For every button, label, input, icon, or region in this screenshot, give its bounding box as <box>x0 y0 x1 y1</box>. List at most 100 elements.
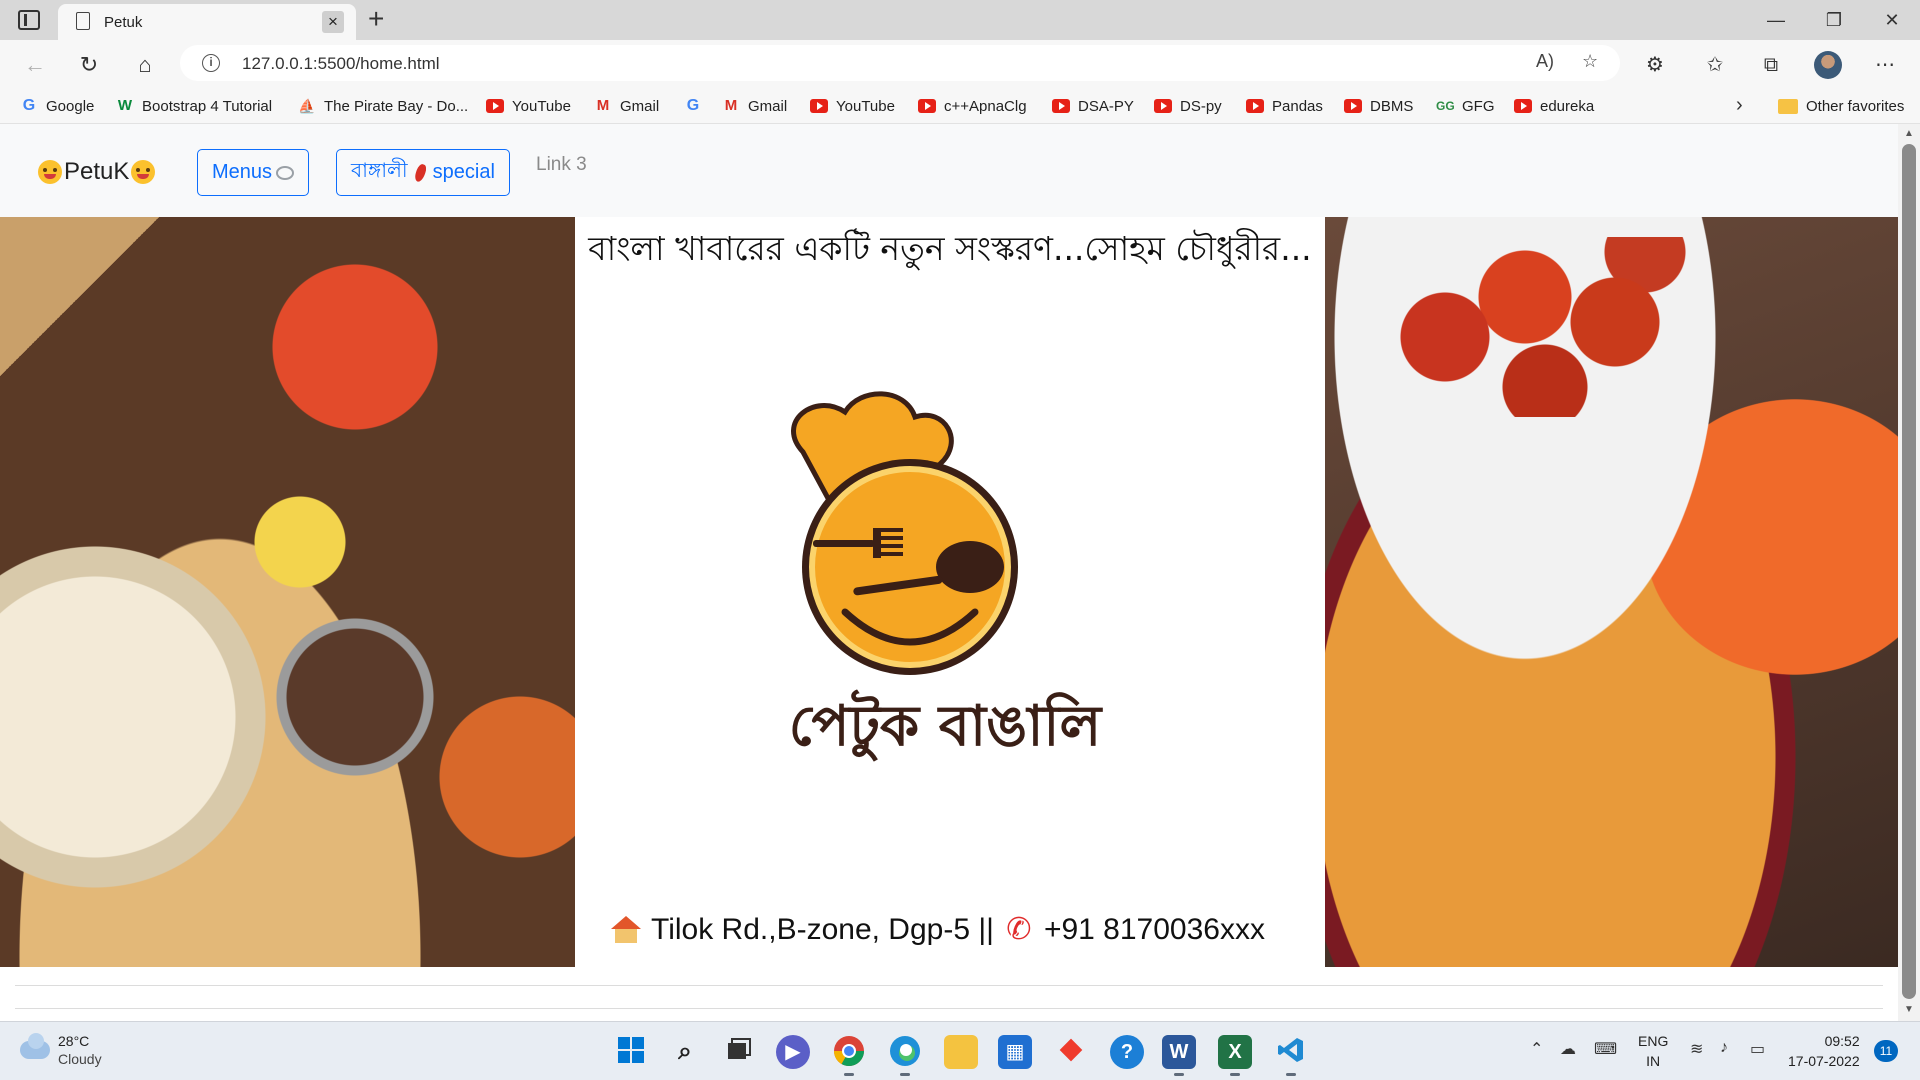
favorite-dbms[interactable]: DBMS <box>1344 96 1413 116</box>
word-icon[interactable]: W <box>1162 1035 1196 1076</box>
task-view-icon[interactable] <box>722 1035 756 1069</box>
search-icon[interactable]: ⌕ <box>668 1035 702 1069</box>
chili-pepper-icon <box>412 162 428 183</box>
weather-widget[interactable]: 28°C Cloudy <box>20 1032 102 1068</box>
brand-name: PetuK <box>64 158 130 185</box>
youtube-icon <box>486 99 504 113</box>
bangali-special-button[interactable]: বাঙ্গালী special <box>336 149 510 196</box>
address-bar[interactable]: i 127.0.0.1:5500/home.html A) ☆ <box>180 45 1620 81</box>
favorite-gfg[interactable]: GG GFG <box>1436 96 1495 116</box>
indian-food-image-right <box>1325 217 1898 967</box>
page-scrollbar[interactable]: ▲ ▼ <box>1898 124 1920 1021</box>
help-icon[interactable]: ? <box>1110 1035 1144 1069</box>
folder-icon <box>1778 98 1798 114</box>
keyboard-icon[interactable]: ⌨ <box>1594 1039 1617 1059</box>
house-icon <box>611 916 641 944</box>
favorite-bootstrap[interactable]: W Bootstrap 4 Tutorial <box>116 96 272 116</box>
plate-cutlery-icon <box>276 165 295 180</box>
battery-icon[interactable]: ▭ <box>1750 1039 1765 1059</box>
profile-avatar[interactable] <box>1814 51 1842 79</box>
hero-center-panel: বাংলা খাবারের একটি নতুন সংস্করণ...সোহম চ… <box>575 217 1325 967</box>
favorites-bar: G Google W Bootstrap 4 Tutorial ⛵ The Pirat… <box>0 88 1920 124</box>
logo-text: পেটুক বাঙালি <box>788 694 1102 759</box>
gfg-icon: GG <box>1436 99 1455 113</box>
browser-tab-bar: Petuk × + — ❐ ✕ <box>0 0 1920 40</box>
favorite-google-2[interactable]: G <box>684 96 710 116</box>
w3schools-icon: W <box>117 97 133 114</box>
gmail-icon: M <box>724 97 738 114</box>
favorite-gmail[interactable]: M Gmail <box>594 96 659 116</box>
edge-icon[interactable] <box>888 1035 922 1076</box>
excel-icon[interactable]: X <box>1218 1035 1252 1076</box>
favorite-ds-py[interactable]: DS-py <box>1154 96 1222 116</box>
favorite-pandas[interactable]: Pandas <box>1246 96 1323 116</box>
favorite-gmail-2[interactable]: M Gmail <box>722 96 787 116</box>
favorite-dsa-py[interactable]: DSA-PY <box>1052 96 1134 116</box>
scroll-up-icon[interactable]: ▲ <box>1898 128 1920 139</box>
brand-link[interactable]: PetuK <box>38 158 156 186</box>
nav-link-3[interactable]: Link 3 <box>536 154 587 176</box>
yum-emoji-icon <box>38 160 62 184</box>
chevron-right-icon[interactable]: › <box>1736 94 1743 117</box>
read-aloud-icon[interactable]: A) <box>1536 51 1554 72</box>
other-favorites[interactable]: Other favorites <box>1778 96 1904 116</box>
temperature: 28°C <box>58 1033 90 1049</box>
volume-icon[interactable]: ♪ <box>1720 1039 1728 1057</box>
language-indicator[interactable]: ENG IN <box>1638 1031 1668 1071</box>
browser-tab[interactable]: Petuk × <box>58 4 356 40</box>
vscode-icon[interactable] <box>1274 1035 1308 1076</box>
file-explorer-icon[interactable] <box>944 1035 978 1069</box>
wifi-icon[interactable]: ≋ <box>1690 1039 1703 1059</box>
page-icon <box>76 12 90 30</box>
clock[interactable]: 09:52 17-07-2022 <box>1788 1031 1860 1071</box>
home-button[interactable]: ⌂ <box>130 50 160 80</box>
teams-chat-icon[interactable]: ▶ <box>776 1035 810 1069</box>
google-icon: G <box>22 97 36 114</box>
close-tab-button[interactable]: × <box>322 11 344 33</box>
collections-icon[interactable]: ⧉ <box>1756 50 1786 80</box>
menus-button[interactable]: Menus <box>197 149 310 196</box>
scroll-thumb[interactable] <box>1902 144 1916 999</box>
extensions-icon[interactable]: ⚙ <box>1640 50 1670 80</box>
back-button[interactable]: ← <box>20 50 50 80</box>
google-icon: G <box>686 97 700 114</box>
new-tab-button[interactable]: + <box>368 4 384 34</box>
refresh-button[interactable]: ↻ <box>74 50 104 80</box>
favorite-cpp-apnaclg[interactable]: c++ApnaClg <box>918 96 1027 116</box>
anydesk-icon[interactable] <box>1054 1035 1088 1069</box>
microsoft-store-icon[interactable]: ▦ <box>998 1035 1032 1069</box>
weather-condition: Cloudy <box>58 1051 102 1067</box>
cloud-icon <box>20 1033 50 1059</box>
favorite-youtube[interactable]: YouTube <box>486 96 571 116</box>
chevron-up-icon[interactable]: ⌃ <box>1530 1039 1543 1059</box>
tab-title: Petuk <box>104 14 143 31</box>
tab-actions-icon[interactable] <box>18 10 40 30</box>
close-window-button[interactable]: ✕ <box>1872 6 1912 34</box>
address-bar-row: ← ↻ ⌂ i 127.0.0.1:5500/home.html A) ☆ ⚙ … <box>0 40 1920 88</box>
site-info-icon[interactable]: i <box>202 54 220 72</box>
indian-food-image-left <box>0 217 575 967</box>
favorite-edureka[interactable]: edureka <box>1514 96 1594 116</box>
chrome-icon[interactable] <box>832 1035 866 1076</box>
youtube-icon <box>1154 99 1172 113</box>
tagline: বাংলা খাবারের একটি নতুন সংস্করণ...সোহম চ… <box>588 229 1312 268</box>
add-favorite-icon[interactable]: ☆ <box>1582 51 1598 72</box>
scroll-down-icon[interactable]: ▼ <box>1898 1004 1920 1015</box>
url-text[interactable]: 127.0.0.1:5500/home.html <box>242 54 440 74</box>
minimize-button[interactable]: — <box>1756 6 1796 34</box>
notification-badge[interactable]: 11 <box>1874 1040 1898 1062</box>
settings-more-icon[interactable]: ⋯ <box>1870 50 1900 80</box>
web-page: PetuK Menus বাঙ্গালী special Link 3 বাংল… <box>0 124 1898 1021</box>
favorites-icon[interactable]: ✩ <box>1700 50 1730 80</box>
site-navbar: PetuK Menus বাঙ্গালী special Link 3 <box>0 124 1898 217</box>
pirate-ship-icon: ⛵ <box>298 98 316 114</box>
address-text: Tilok Rd.,B-zone, Dgp-5 || <box>651 913 994 946</box>
favorite-youtube-2[interactable]: YouTube <box>810 96 895 116</box>
favorite-pirate-bay[interactable]: ⛵ The Pirate Bay - Do... <box>298 96 468 116</box>
windows-taskbar: 28°C Cloudy ⌕ ▶ ▦ ? W X ⌃ ☁ ⌨ ENG IN ≋ ♪… <box>0 1021 1920 1080</box>
restore-button[interactable]: ❐ <box>1814 6 1854 34</box>
youtube-icon <box>1514 99 1532 113</box>
start-windows-icon[interactable] <box>614 1035 648 1069</box>
favorite-google[interactable]: G Google <box>20 96 95 116</box>
onedrive-icon[interactable]: ☁ <box>1560 1039 1576 1059</box>
